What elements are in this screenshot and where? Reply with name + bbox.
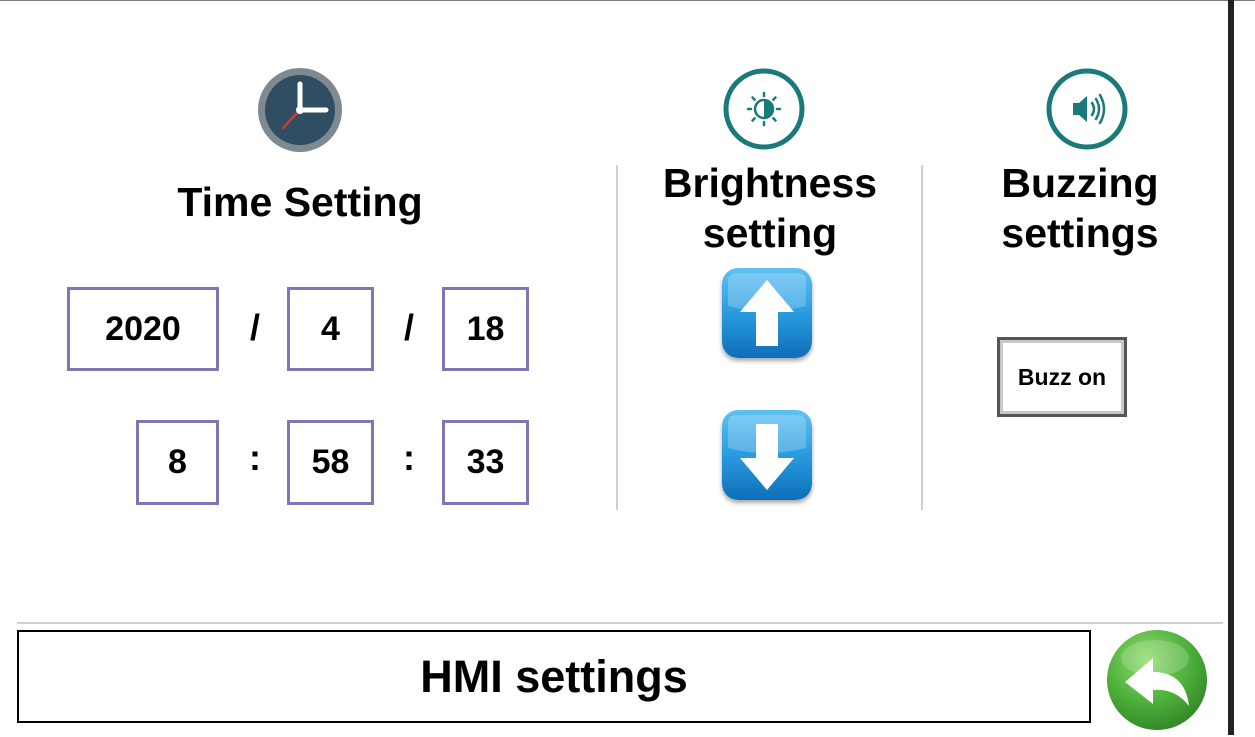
brightness-down-button[interactable] — [722, 410, 812, 500]
arrow-up-icon — [722, 268, 812, 358]
back-arrow-icon — [1107, 630, 1207, 730]
buzz-on-button[interactable]: Buzz on — [997, 337, 1127, 417]
column-divider — [921, 165, 923, 510]
right-edge-bar — [1228, 0, 1234, 735]
buzzing-settings-title: Buzzing settings — [1001, 160, 1159, 256]
brightness-up-button[interactable] — [722, 268, 812, 358]
time-separator: : — [249, 437, 261, 478]
month-field[interactable]: 4 — [287, 287, 374, 371]
second-field[interactable]: 33 — [442, 420, 529, 505]
minute-field[interactable]: 58 — [287, 420, 374, 505]
time-separator: : — [403, 437, 415, 478]
top-border — [0, 0, 1255, 1]
hour-field[interactable]: 8 — [136, 420, 219, 505]
brightness-setting-title: Brightness setting — [662, 160, 878, 256]
brightness-icon — [722, 67, 806, 151]
speaker-icon — [1045, 67, 1129, 151]
page-title: HMI settings — [17, 630, 1091, 723]
date-separator: / — [249, 307, 260, 348]
footer-divider — [17, 622, 1223, 624]
time-setting-title: Time Setting — [177, 179, 423, 225]
arrow-down-icon — [722, 410, 812, 500]
clock-icon — [256, 66, 344, 154]
date-separator: / — [403, 307, 414, 348]
year-field[interactable]: 2020 — [67, 287, 219, 371]
back-button[interactable] — [1105, 628, 1209, 732]
day-field[interactable]: 18 — [442, 287, 529, 371]
